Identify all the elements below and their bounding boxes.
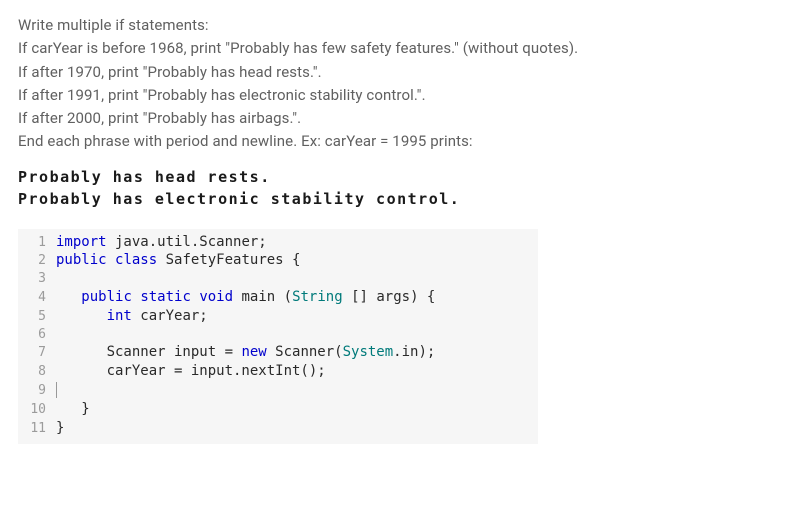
code-line[interactable]: 3 [18,270,538,288]
example-line: Probably has head rests. [18,168,271,186]
code-token: SafetyFeatures { [157,252,300,268]
code-token: carYear; [132,308,208,324]
code-line[interactable]: 10 } [18,400,538,419]
example-line: Probably has electronic stability contro… [18,190,460,208]
code-line[interactable]: 4 public static void main (String [] arg… [18,288,538,307]
code-content[interactable] [56,381,538,400]
line-number: 2 [18,252,56,270]
code-token: String [292,289,343,305]
code-line[interactable]: 2public class SafetyFeatures { [18,251,538,270]
code-line[interactable]: 1import java.util.Scanner; [18,233,538,252]
code-token: public [81,289,132,305]
code-token: class [115,252,157,268]
code-content[interactable]: } [56,419,538,438]
code-line[interactable]: 6 [18,326,538,344]
code-token [56,308,107,324]
instruction-line: End each phrase with period and newline.… [18,130,774,153]
line-number: 10 [18,401,56,419]
code-token: main ( [233,289,292,305]
code-line[interactable]: 7 Scanner input = new Scanner(System.in)… [18,343,538,362]
code-token: import [56,234,107,250]
code-token: void [199,289,233,305]
code-editor[interactable]: 1import java.util.Scanner;2public class … [18,229,538,444]
code-token: public [56,252,107,268]
line-number: 8 [18,363,56,381]
code-content[interactable]: int carYear; [56,307,538,326]
code-token: Scanner( [267,344,343,360]
instruction-line: If after 1991, print "Probably has elect… [18,84,774,107]
example-output: Probably has head rests. Probably has el… [18,166,774,211]
code-token [56,289,81,305]
code-token: Scanner input = [56,344,241,360]
code-content[interactable]: } [56,400,538,419]
code-token: new [241,344,266,360]
instruction-line: If carYear is before 1968, print "Probab… [18,37,774,60]
instruction-line: If after 2000, print "Probably has airba… [18,107,774,130]
code-line[interactable]: 9 [18,381,538,400]
code-content[interactable]: Scanner input = new Scanner(System.in); [56,343,538,362]
code-line[interactable]: 5 int carYear; [18,307,538,326]
line-number: 5 [18,308,56,326]
code-line[interactable]: 11} [18,419,538,438]
problem-instructions: Write multiple if statements: If carYear… [18,14,774,154]
line-number: 1 [18,234,56,252]
code-token: java.util.Scanner; [107,234,267,250]
code-token: static [140,289,191,305]
line-number: 9 [18,382,56,400]
instruction-line: Write multiple if statements: [18,14,774,37]
line-number: 3 [18,270,56,288]
line-number: 7 [18,344,56,362]
code-token: int [107,308,132,324]
code-token: System [343,344,394,360]
code-token: carYear = input.nextInt(); [56,363,326,379]
code-token [107,252,115,268]
code-content[interactable]: carYear = input.nextInt(); [56,362,538,381]
code-token: .in); [393,344,435,360]
text-cursor [56,382,57,398]
line-number: 6 [18,326,56,344]
code-token: } [56,401,90,417]
code-token: } [56,420,64,436]
instruction-line: If after 1970, print "Probably has head … [18,61,774,84]
line-number: 4 [18,289,56,307]
line-number: 11 [18,420,56,438]
code-content[interactable]: import java.util.Scanner; [56,233,538,252]
code-line[interactable]: 8 carYear = input.nextInt(); [18,362,538,381]
code-content[interactable]: public class SafetyFeatures { [56,251,538,270]
code-content[interactable]: public static void main (String [] args)… [56,288,538,307]
code-token: [] args) { [343,289,436,305]
